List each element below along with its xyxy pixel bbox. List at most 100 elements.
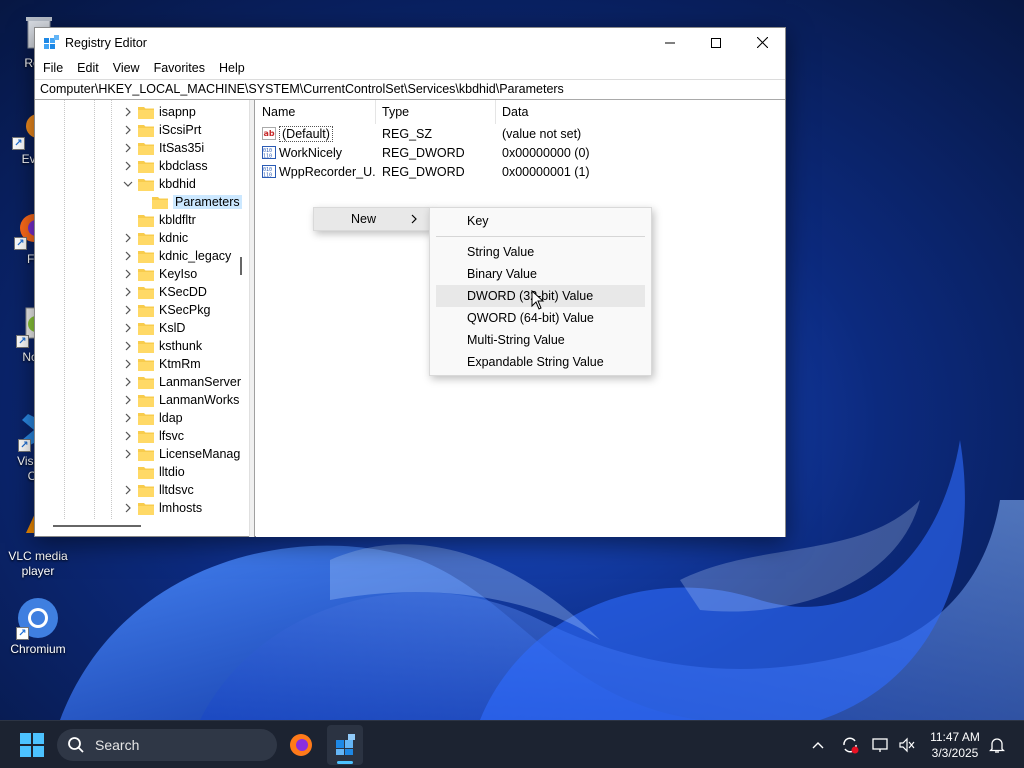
close-button[interactable]: [739, 28, 785, 57]
tree-expander[interactable]: [121, 449, 135, 459]
address-bar[interactable]: Computer\HKEY_LOCAL_MACHINE\SYSTEM\Curre…: [35, 79, 785, 100]
tree-item-kbdhid[interactable]: kbdhid: [121, 175, 196, 193]
tree-item-iscsiprt[interactable]: iScsiPrt: [121, 121, 201, 139]
tree-item-keyiso[interactable]: KeyIso: [121, 265, 197, 283]
tree-expander[interactable]: [121, 251, 135, 261]
tree-item-label: lfsvc: [159, 429, 184, 443]
tree-expander[interactable]: [121, 143, 135, 153]
submenu-string-value[interactable]: String Value: [430, 241, 651, 263]
close-icon: [756, 37, 768, 48]
column-header-data[interactable]: Data: [496, 100, 646, 124]
chevron-right-icon: [125, 431, 131, 441]
tree-item-ksecdd[interactable]: KSecDD: [121, 283, 207, 301]
tree-item-ktmrm[interactable]: KtmRm: [121, 355, 201, 373]
folder-icon: [138, 358, 154, 371]
show-hidden-icons-button[interactable]: [806, 725, 830, 765]
tree-expander[interactable]: [121, 305, 135, 315]
column-header-name[interactable]: Name: [256, 100, 376, 124]
tree-item-kdnic-legacy[interactable]: kdnic_legacy: [121, 247, 231, 265]
tree-expander[interactable]: [121, 359, 135, 369]
taskbar: Search 11:47 AM 3/3/2025: [0, 720, 1024, 768]
tree-expander[interactable]: [121, 233, 135, 243]
taskbar-registry-editor[interactable]: [327, 725, 363, 765]
tree-item-licensemanag[interactable]: LicenseManag: [121, 445, 240, 463]
svg-text:110: 110: [263, 173, 272, 179]
tree-item-lanmanworks[interactable]: LanmanWorks: [121, 391, 239, 409]
start-button[interactable]: [14, 725, 50, 765]
menu-view[interactable]: View: [106, 57, 147, 79]
value-row[interactable]: 010 110 WorkNicely REG_DWORD 0x00000000 (0): [256, 143, 785, 162]
tray-network-button[interactable]: [870, 725, 892, 765]
shortcut-arrow-icon: ↗: [12, 137, 25, 150]
submenu-multi-string-value[interactable]: Multi-String Value: [430, 329, 651, 351]
tree-item-lfsvc[interactable]: lfsvc: [121, 427, 184, 445]
tree-item-parameters[interactable]: Parameters: [143, 193, 242, 211]
submenu-qword-value[interactable]: QWORD (64-bit) Value: [430, 307, 651, 329]
tree-item-ldap[interactable]: ldap: [121, 409, 183, 427]
chevron-right-icon: [125, 359, 131, 369]
desktop-icon-chromium[interactable]: ↗ Chromium: [2, 596, 74, 657]
tray-update-icon-button[interactable]: [838, 725, 862, 765]
tree-expander[interactable]: [121, 161, 135, 171]
submenu-key[interactable]: Key: [430, 210, 651, 232]
tree-item-ksld[interactable]: KslD: [121, 319, 185, 337]
registry-editor-window[interactable]: Registry Editor File Edit View Favorites…: [34, 27, 786, 537]
column-header-type[interactable]: Type: [376, 100, 496, 124]
tree-item-ksecpkg[interactable]: KSecPkg: [121, 301, 210, 319]
value-data-cell: 0x00000000 (0): [502, 145, 590, 160]
tree-expander[interactable]: [121, 287, 135, 297]
tray-volume-button[interactable]: [896, 725, 918, 765]
tree-expander[interactable]: [121, 180, 135, 188]
tree-expander[interactable]: [121, 125, 135, 135]
chevron-right-icon: [125, 395, 131, 405]
title-bar[interactable]: Registry Editor: [35, 28, 785, 57]
tree-expander[interactable]: [121, 323, 135, 333]
tree-expander[interactable]: [121, 107, 135, 117]
menu-favorites[interactable]: Favorites: [147, 57, 212, 79]
tray-clock[interactable]: 11:47 AM 3/3/2025: [920, 729, 990, 761]
chevron-right-icon: [125, 143, 131, 153]
tree-item-kdnic[interactable]: kdnic: [121, 229, 188, 247]
menu-help[interactable]: Help: [212, 57, 252, 79]
tree-item-kbdclass[interactable]: kbdclass: [121, 157, 208, 175]
tree-expander[interactable]: [121, 431, 135, 441]
tree-expander[interactable]: [121, 485, 135, 495]
submenu-binary-value[interactable]: Binary Value: [430, 263, 651, 285]
tree-vertical-scrollbar[interactable]: [240, 257, 242, 275]
folder-icon: [138, 106, 154, 119]
tree-expander[interactable]: [121, 269, 135, 279]
notifications-button[interactable]: [986, 725, 1008, 765]
tree-expander[interactable]: [121, 377, 135, 387]
tree-expander[interactable]: [121, 395, 135, 405]
tree-item-isapnp[interactable]: isapnp: [121, 103, 196, 121]
tree-expander[interactable]: [121, 413, 135, 423]
taskbar-search-box[interactable]: Search: [57, 729, 277, 761]
shortcut-arrow-icon: ↗: [16, 335, 29, 348]
menu-file[interactable]: File: [36, 57, 70, 79]
context-menu-new[interactable]: New: [314, 208, 431, 230]
context-menu: New: [313, 207, 431, 231]
tree-item-lanmanserver[interactable]: LanmanServer: [121, 373, 241, 391]
key-tree-pane[interactable]: isapnp iScsiPrt ItSas35i kbdclass kbdhid Para…: [35, 100, 250, 537]
value-data-cell: (value not set): [502, 126, 582, 141]
menu-edit[interactable]: Edit: [70, 57, 106, 79]
minimize-button[interactable]: [647, 28, 693, 57]
tree-item-lltdsvc[interactable]: lltdsvc: [121, 481, 194, 499]
folder-icon: [138, 430, 154, 443]
tree-expander[interactable]: [121, 503, 135, 513]
maximize-button[interactable]: [693, 28, 739, 57]
chevron-right-icon: [125, 305, 131, 315]
taskbar-firefox[interactable]: [283, 725, 319, 765]
value-row[interactable]: ab (Default) REG_SZ (value not set): [256, 124, 785, 143]
tree-item-kbldfltr[interactable]: kbldfltr: [121, 211, 196, 229]
tree-item-itsas35i[interactable]: ItSas35i: [121, 139, 204, 157]
submenu-expandable-string-value[interactable]: Expandable String Value: [430, 351, 651, 373]
tree-item-ksthunk[interactable]: ksthunk: [121, 337, 202, 355]
chevron-right-icon: [411, 214, 417, 224]
tree-horizontal-scrollbar[interactable]: [53, 525, 141, 527]
tree-item-lltdio[interactable]: lltdio: [121, 463, 185, 481]
value-row[interactable]: 010 110 WppRecorder_U... REG_DWORD 0x0000000…: [256, 162, 785, 181]
tree-expander[interactable]: [121, 341, 135, 351]
pane-splitter[interactable]: [250, 100, 255, 537]
tree-item-lmhosts[interactable]: lmhosts: [121, 499, 202, 517]
